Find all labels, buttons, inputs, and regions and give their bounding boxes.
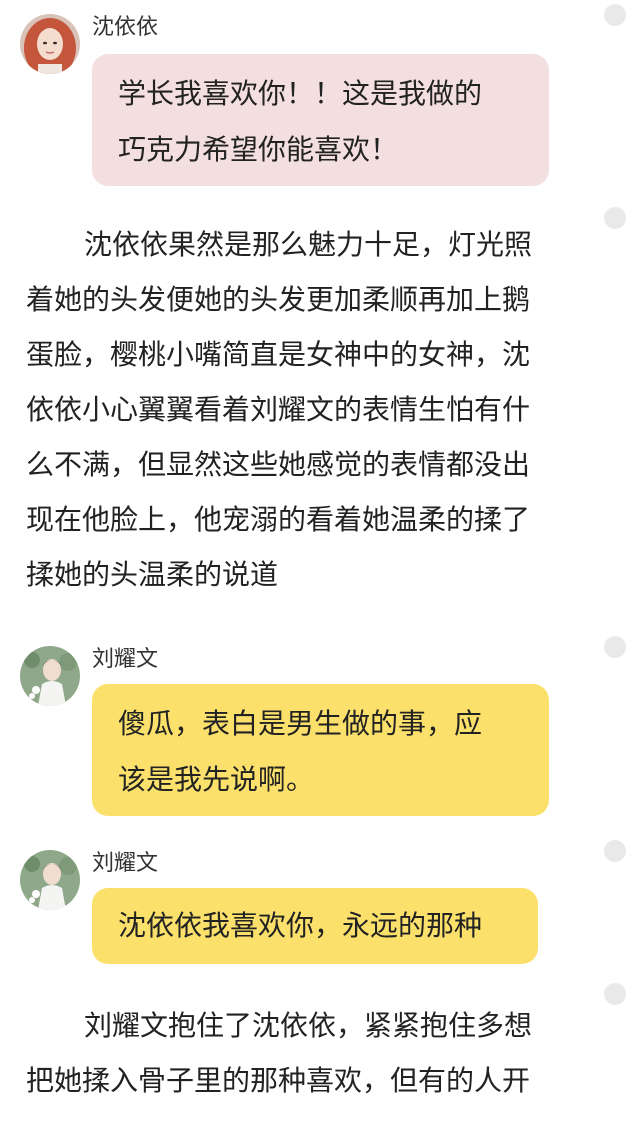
narration-line: 蛋脸，樱桃小嘴简直是女神中的女神，沈	[26, 338, 531, 371]
bubble-text-line: 巧克力希望你能喜欢！	[118, 133, 399, 166]
narration-line: 依依小心翼翼看着刘耀文的表情生怕有什	[26, 393, 531, 426]
avatar-liu-yaowen[interactable]	[20, 646, 80, 706]
narration-paragraph: 刘耀文抱住了沈依依，紧紧抱住多想 把她揉入骨子里的那种喜欢，但有的人开	[26, 998, 616, 1108]
narration-line: 么不满，但显然这些她感觉的表情都没出	[26, 448, 531, 481]
chat-bubble[interactable]: 傻瓜，表白是男生做的事，应 该是我先说啊。	[92, 684, 549, 816]
female-avatar-image	[20, 14, 80, 74]
male-avatar-image	[20, 850, 80, 910]
bubble-text-line: 沈依依我喜欢你，永远的那种	[118, 909, 483, 942]
speaker-name: 刘耀文	[92, 647, 159, 672]
narration-line: 揉她的头温柔的说道	[26, 558, 279, 591]
chat-bubble[interactable]: 沈依依我喜欢你，永远的那种	[92, 888, 538, 964]
more-options-dot[interactable]	[604, 636, 626, 658]
narration-line: 刘耀文抱住了沈依依，紧紧抱住多想	[84, 1009, 533, 1042]
more-options-dot[interactable]	[604, 4, 626, 26]
narration-paragraph: 沈依依果然是那么魅力十足，灯光照 着她的头发便她的头发更加柔顺再加上鹅 蛋脸，樱…	[26, 217, 616, 602]
narration-line: 沈依依果然是那么魅力十足，灯光照	[84, 228, 533, 261]
male-avatar-image	[20, 646, 80, 706]
narration-line: 着她的头发便她的头发更加柔顺再加上鹅	[26, 283, 531, 316]
narration-line: 现在他脸上，他宠溺的看着她温柔的揉了	[26, 503, 531, 536]
avatar-liu-yaowen[interactable]	[20, 850, 80, 910]
avatar-shen-yiyi[interactable]	[20, 14, 80, 74]
speaker-name: 刘耀文	[92, 851, 159, 876]
bubble-text-line: 该是我先说啊。	[118, 763, 315, 796]
speaker-name: 沈依依	[92, 15, 159, 40]
bubble-text-line: 学长我喜欢你！！这是我做的	[118, 77, 483, 110]
bubble-text-line: 傻瓜，表白是男生做的事，应	[118, 707, 483, 740]
chat-bubble[interactable]: 学长我喜欢你！！这是我做的 巧克力希望你能喜欢！	[92, 54, 549, 186]
more-options-dot[interactable]	[604, 840, 626, 862]
narration-line: 把她揉入骨子里的那种喜欢，但有的人开	[26, 1064, 531, 1097]
